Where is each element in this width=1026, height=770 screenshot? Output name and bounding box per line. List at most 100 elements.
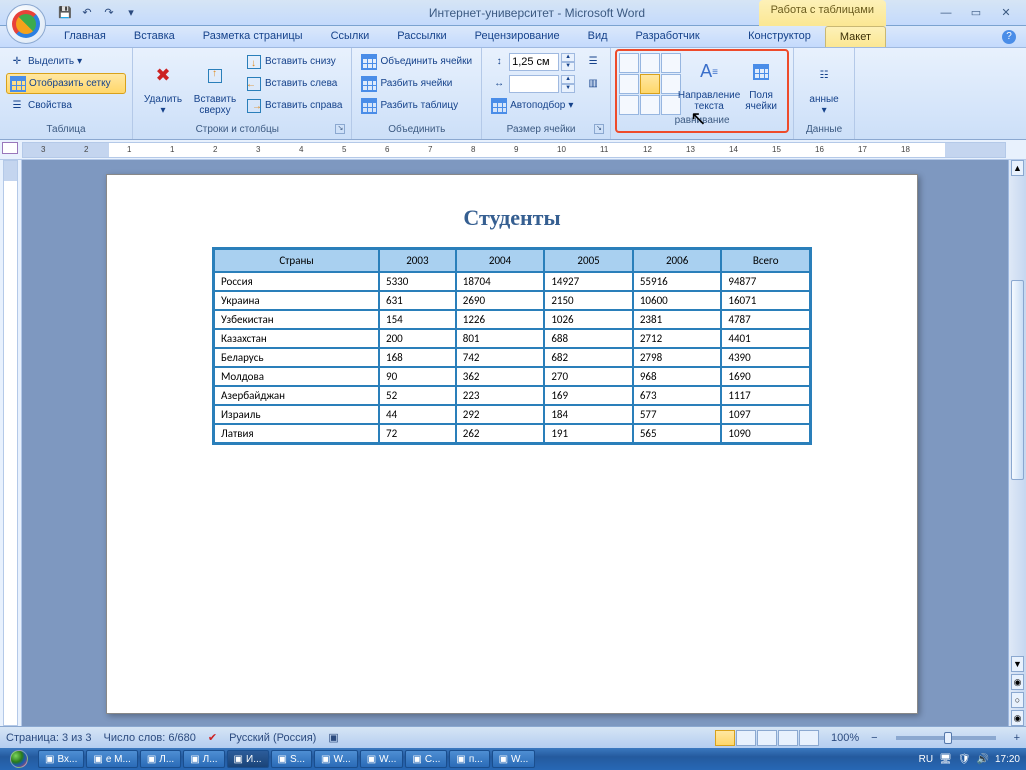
status-language[interactable]: Русский (Россия) — [229, 732, 316, 744]
spin-down[interactable]: ▼ — [561, 62, 575, 71]
start-button[interactable] — [0, 748, 38, 770]
distribute-rows-button[interactable]: ☰ — [582, 51, 604, 72]
next-page-button[interactable]: ◉ — [1011, 710, 1024, 726]
status-page[interactable]: Страница: 3 из 3 — [6, 732, 92, 744]
data-button[interactable]: ☷ анные▾ — [800, 51, 848, 124]
browse-object-button[interactable]: ○ — [1011, 692, 1024, 708]
table-cell[interactable]: Израиль — [214, 405, 379, 424]
table-cell[interactable]: Казахстан — [214, 329, 379, 348]
table-cell[interactable]: 168 — [379, 348, 456, 367]
tab-developer[interactable]: Разработчик — [622, 26, 714, 47]
table-cell[interactable]: 4401 — [721, 329, 810, 348]
proofing-icon[interactable]: ✔ — [208, 731, 217, 744]
table-cell[interactable]: 16071 — [721, 291, 810, 310]
table-cell[interactable]: Беларусь — [214, 348, 379, 367]
insert-left-button[interactable]: Вставить слева — [243, 73, 345, 94]
table-cell[interactable]: 1226 — [456, 310, 545, 329]
dialog-launcher[interactable]: ↘ — [594, 124, 604, 134]
view-gridlines-button[interactable]: Отобразить сетку — [6, 73, 126, 94]
table-cell[interactable]: 90 — [379, 367, 456, 386]
table-cell[interactable]: Россия — [214, 272, 379, 291]
taskbar-item[interactable]: ▣W... — [492, 750, 536, 768]
ruler-vertical[interactable] — [0, 160, 22, 726]
table-row[interactable]: Израиль442921845771097 — [214, 405, 810, 424]
tab-insert[interactable]: Вставка — [120, 26, 189, 47]
tray-network-icon[interactable]: 🖥 — [939, 754, 952, 765]
table-row[interactable]: Узбекистан1541226102623814787 — [214, 310, 810, 329]
spin-up[interactable]: ▲ — [561, 53, 575, 62]
tab-pagelayout[interactable]: Разметка страницы — [189, 26, 317, 47]
align-top-center[interactable] — [640, 53, 660, 73]
save-icon[interactable]: 💾 — [56, 4, 74, 22]
row-height-input[interactable] — [509, 53, 559, 71]
table-cell[interactable]: 270 — [544, 367, 633, 386]
tray-lang[interactable]: RU — [919, 754, 933, 765]
split-cells-button[interactable]: Разбить ячейки — [358, 73, 475, 94]
align-mid-center[interactable] — [640, 74, 660, 94]
table-cell[interactable]: 2150 — [544, 291, 633, 310]
select-button[interactable]: ✛Выделить ▾ — [6, 51, 126, 72]
insert-above-button[interactable]: Вставить сверху — [191, 51, 239, 124]
align-top-right[interactable] — [661, 53, 681, 73]
table-cell[interactable]: 14927 — [544, 272, 633, 291]
scroll-down-button[interactable]: ▼ — [1011, 656, 1024, 672]
table-cell[interactable]: 169 — [544, 386, 633, 405]
view-draft[interactable] — [799, 730, 819, 746]
table-cell[interactable]: 362 — [456, 367, 545, 386]
table-cell[interactable]: 2381 — [633, 310, 722, 329]
tray-volume-icon[interactable]: 🔊 — [977, 754, 989, 765]
table-cell[interactable]: 1090 — [721, 424, 810, 443]
table-cell[interactable]: 10600 — [633, 291, 722, 310]
properties-button[interactable]: ☰Свойства — [6, 95, 126, 116]
scroll-thumb[interactable] — [1011, 280, 1024, 480]
table-cell[interactable]: 52 — [379, 386, 456, 405]
insert-right-button[interactable]: Вставить справа — [243, 95, 345, 116]
col-width-field[interactable]: ↔ ▲▼ — [488, 73, 578, 94]
align-mid-left[interactable] — [619, 74, 639, 94]
align-bot-center[interactable] — [640, 95, 660, 115]
spin-up[interactable]: ▲ — [561, 75, 575, 84]
merge-cells-button[interactable]: Объединить ячейки — [358, 51, 475, 72]
scroll-up-button[interactable]: ▲ — [1011, 160, 1024, 176]
table-cell[interactable]: 631 — [379, 291, 456, 310]
taskbar-item[interactable]: ▣S... — [271, 750, 312, 768]
row-height-field[interactable]: ↕ ▲▼ — [488, 51, 578, 72]
document-page[interactable]: Студенты Страны 2003 2004 2005 2006 Всег… — [106, 174, 918, 714]
view-full-screen[interactable] — [736, 730, 756, 746]
table-row[interactable]: Беларусь16874268227984390 — [214, 348, 810, 367]
delete-button[interactable]: ✖ Удалить▾ — [139, 51, 187, 124]
table-cell[interactable]: 5330 — [379, 272, 456, 291]
close-button[interactable]: ✕ — [994, 6, 1018, 20]
table-cell[interactable]: 742 — [456, 348, 545, 367]
table-header[interactable]: Всего — [721, 249, 810, 272]
table-cell[interactable]: 1026 — [544, 310, 633, 329]
table-cell[interactable]: Латвия — [214, 424, 379, 443]
table-cell[interactable]: 191 — [544, 424, 633, 443]
tab-home[interactable]: Главная — [50, 26, 120, 47]
ruler-margin-selector[interactable] — [2, 142, 18, 154]
table-cell[interactable]: 2798 — [633, 348, 722, 367]
help-icon[interactable]: ? — [1002, 30, 1016, 44]
tab-references[interactable]: Ссылки — [317, 26, 384, 47]
table-cell[interactable]: 72 — [379, 424, 456, 443]
table-cell[interactable]: 1117 — [721, 386, 810, 405]
table-cell[interactable]: 4787 — [721, 310, 810, 329]
distribute-cols-button[interactable]: ▥ — [582, 73, 604, 94]
split-table-button[interactable]: Разбить таблицу — [358, 95, 475, 116]
redo-icon[interactable]: ↷ — [100, 4, 118, 22]
table-cell[interactable]: 2690 — [456, 291, 545, 310]
table-cell[interactable]: Узбекистан — [214, 310, 379, 329]
view-web-layout[interactable] — [757, 730, 777, 746]
table-cell[interactable]: Азербайджан — [214, 386, 379, 405]
table-cell[interactable]: 577 — [633, 405, 722, 424]
taskbar-item[interactable]: ▣Вх... — [38, 750, 84, 768]
zoom-slider-knob[interactable] — [944, 732, 952, 744]
table-cell[interactable]: 154 — [379, 310, 456, 329]
taskbar-item[interactable]: ▣Л... — [140, 750, 181, 768]
table-cell[interactable]: 4390 — [721, 348, 810, 367]
maximize-button[interactable]: ▭ — [964, 6, 988, 20]
taskbar-item[interactable]: ▣e M... — [86, 750, 137, 768]
dialog-launcher[interactable]: ↘ — [335, 124, 345, 134]
view-print-layout[interactable] — [715, 730, 735, 746]
taskbar-item[interactable]: ▣Л... — [183, 750, 224, 768]
